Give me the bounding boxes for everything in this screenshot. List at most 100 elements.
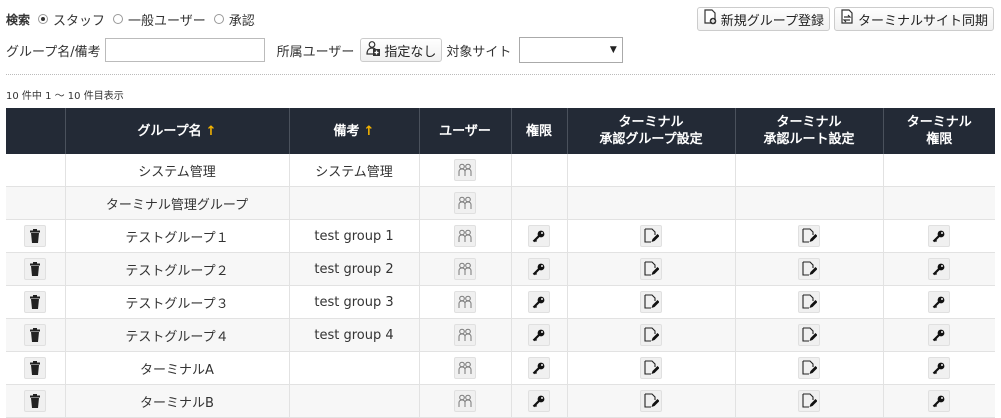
col-group-name-label: グループ名 <box>137 123 202 139</box>
radio-general-user[interactable]: 一般ユーザー <box>113 10 206 29</box>
trash-icon[interactable] <box>24 225 47 247</box>
cell-user <box>419 384 512 418</box>
target-site-select[interactable]: ▼ <box>519 37 624 63</box>
cell-note <box>289 384 420 418</box>
users-icon[interactable] <box>454 192 476 214</box>
key-icon[interactable] <box>528 258 550 280</box>
cell-terminal-approval-group <box>567 219 736 253</box>
radio-staff-indicator[interactable] <box>38 14 49 24</box>
cell-group-name: テストグループ３ <box>65 285 290 319</box>
cell-user <box>419 219 512 253</box>
key-icon[interactable] <box>928 225 951 247</box>
trash-icon[interactable] <box>24 357 47 379</box>
cell-group-name: テストグループ１ <box>65 219 290 253</box>
col-delete <box>6 108 66 154</box>
table-row: テストグループ３ test group 3 <box>6 285 995 319</box>
table-row: テストグループ２ test group 2 <box>6 252 995 286</box>
edit-doc-icon[interactable] <box>798 291 820 313</box>
cell-group-name: システム管理 <box>65 154 290 187</box>
cell-terminal-permission <box>883 154 995 187</box>
edit-doc-icon[interactable] <box>640 258 662 280</box>
key-icon[interactable] <box>528 324 550 346</box>
col-terminal-approval-group-line2: 承認グループ設定 <box>599 132 703 147</box>
col-terminal-approval-group: ターミナル 承認グループ設定 <box>567 108 736 154</box>
trash-icon[interactable] <box>24 291 47 313</box>
key-icon[interactable] <box>528 357 550 379</box>
col-group-name[interactable]: グループ名 ↑ <box>65 108 290 154</box>
key-icon[interactable] <box>928 324 951 346</box>
edit-doc-icon[interactable] <box>798 258 820 280</box>
col-terminal-permission-line1: ターミナル <box>906 115 972 130</box>
edit-doc-icon[interactable] <box>798 390 820 412</box>
table-row: ターミナルA <box>6 351 995 385</box>
col-note[interactable]: 備考 ↑ <box>289 108 420 154</box>
cell-terminal-approval-group <box>567 318 736 352</box>
col-terminal-permission: ターミナル 権限 <box>883 108 995 154</box>
cell-delete <box>6 285 66 319</box>
cell-user <box>419 285 512 319</box>
trash-icon[interactable] <box>24 324 47 346</box>
edit-doc-icon[interactable] <box>640 225 662 247</box>
users-icon[interactable] <box>454 357 476 379</box>
edit-doc-icon[interactable] <box>640 291 662 313</box>
table-row: システム管理 システム管理 <box>6 154 995 187</box>
cell-terminal-approval-group <box>567 252 736 286</box>
cell-permission <box>511 318 568 352</box>
col-terminal-approval-route-line1: ターミナル <box>776 115 842 130</box>
cell-permission <box>511 351 568 385</box>
cell-permission <box>511 252 568 286</box>
key-icon[interactable] <box>528 390 550 412</box>
edit-doc-icon[interactable] <box>798 324 820 346</box>
edit-doc-icon[interactable] <box>640 357 662 379</box>
cell-terminal-approval-group <box>567 285 736 319</box>
cell-note: test group 3 <box>289 285 420 319</box>
edit-doc-icon[interactable] <box>798 357 820 379</box>
member-user-button[interactable]: 指定なし <box>360 38 443 62</box>
edit-doc-icon[interactable] <box>640 390 662 412</box>
edit-doc-icon[interactable] <box>640 324 662 346</box>
key-icon[interactable] <box>928 258 951 280</box>
key-icon[interactable] <box>928 357 951 379</box>
users-icon[interactable] <box>454 225 476 247</box>
cell-note: システム管理 <box>289 154 420 187</box>
radio-approval-indicator[interactable] <box>213 14 224 24</box>
users-icon[interactable] <box>454 390 476 412</box>
cell-delete <box>6 384 66 418</box>
cell-delete <box>6 318 66 352</box>
cell-note: test group 2 <box>289 252 420 286</box>
cell-terminal-approval-route <box>735 252 884 286</box>
key-icon[interactable] <box>928 291 951 313</box>
group-note-input[interactable] <box>104 38 265 62</box>
sync-label: ターミナルサイト同期 <box>857 13 988 29</box>
cell-delete <box>6 186 66 220</box>
cell-terminal-approval-route <box>735 154 884 187</box>
trash-icon[interactable] <box>24 258 47 280</box>
cell-terminal-permission <box>883 219 995 253</box>
users-icon[interactable] <box>454 258 476 280</box>
radio-general-user-label: 一般ユーザー <box>128 13 206 29</box>
radio-approval[interactable]: 承認 <box>213 10 255 29</box>
key-icon[interactable] <box>528 225 550 247</box>
key-icon[interactable] <box>528 291 550 313</box>
cell-user <box>419 318 512 352</box>
col-permission: 権限 <box>511 108 568 154</box>
col-terminal-approval-group-line1: ターミナル <box>618 115 684 130</box>
cell-terminal-approval-group <box>567 154 736 187</box>
terminal-site-sync-button[interactable]: ターミナルサイト同期 <box>833 7 994 31</box>
edit-doc-icon[interactable] <box>798 225 820 247</box>
radio-staff[interactable]: スタッフ <box>38 10 105 29</box>
table-header-row: グループ名 ↑ 備考 ↑ ユーザー 権限 ターミナル 承認グループ設定 ターミナル … <box>6 108 995 154</box>
member-user-button-label: 指定なし <box>384 44 437 60</box>
trash-icon[interactable] <box>24 390 47 412</box>
table-row: ターミナルB <box>6 384 995 418</box>
users-icon[interactable] <box>454 324 476 346</box>
cell-terminal-approval-group <box>567 384 736 418</box>
radio-general-user-indicator[interactable] <box>113 14 124 24</box>
col-terminal-approval-route-line2: 承認ルート設定 <box>763 132 855 147</box>
new-group-button[interactable]: 新規グループ登録 <box>696 7 830 31</box>
cell-terminal-approval-group <box>567 351 736 385</box>
users-icon[interactable] <box>454 291 476 313</box>
key-icon[interactable] <box>928 390 951 412</box>
users-icon[interactable] <box>454 159 476 181</box>
cell-terminal-permission <box>883 285 995 319</box>
